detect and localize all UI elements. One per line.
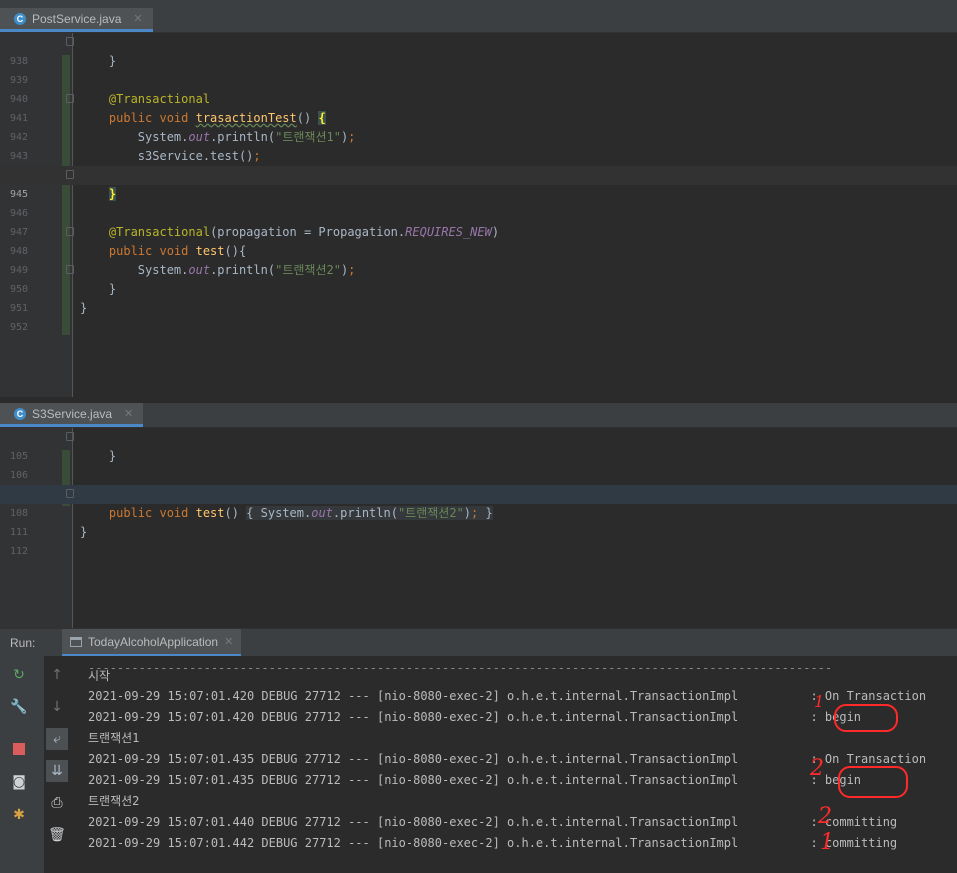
soft-wrap-icon[interactable]: ⤶ <box>46 728 68 750</box>
java-class-icon: C <box>14 407 26 420</box>
fold-icon[interactable] <box>66 265 74 274</box>
code-line: 950 } <box>0 261 957 296</box>
code-line: 106 <box>10 470 29 481</box>
console-line: 트랜잭션2 <box>88 794 140 808</box>
up-arrow-icon[interactable]: ↑ <box>46 664 68 686</box>
current-line: 945 } <box>0 166 957 201</box>
annotation-number: 1 <box>814 692 825 711</box>
code-line: 944// test(); <box>0 147 957 182</box>
code-line: 952 <box>10 322 29 333</box>
code-line: 948 public void test(){ <box>0 223 957 258</box>
print-icon[interactable]: ⎙ <box>46 792 68 814</box>
code-line: 951} <box>10 301 88 315</box>
code-line: 108 public void test() { System.out.prin… <box>0 485 957 520</box>
fold-icon[interactable] <box>66 37 74 46</box>
trash-icon[interactable]: 🗑 <box>46 824 68 846</box>
console-line: 트랜잭션1 <box>88 731 140 745</box>
annotation-number: 1 <box>820 830 834 855</box>
tab-label: S3Service.java <box>32 406 113 421</box>
code-line: 111} <box>10 525 88 539</box>
console-line: 2021-09-29 15:07:01.440 DEBUG 27712 --- … <box>88 815 898 829</box>
tab-s3service[interactable]: C S3Service.java ✕ <box>0 403 144 427</box>
top-strip <box>0 0 957 8</box>
code-line: 943 s3Service.test(); <box>10 149 261 163</box>
editor-tabbar-2: C S3Service.java ✕ <box>0 403 957 428</box>
fold-icon[interactable] <box>66 170 74 179</box>
rerun-icon[interactable]: ↻ <box>8 664 30 686</box>
down-arrow-icon[interactable]: ↓ <box>46 696 68 718</box>
fold-icon[interactable] <box>66 489 74 498</box>
scroll-to-end-icon[interactable]: ⇊ <box>46 760 68 782</box>
annotation-circle <box>834 704 898 732</box>
close-icon[interactable]: ✕ <box>224 635 233 648</box>
close-icon[interactable]: ✕ <box>133 12 142 25</box>
run-toolwindow-header: Run: TodayAlcoholApplication ✕ <box>0 628 957 657</box>
tab-label: PostService.java <box>32 11 122 26</box>
code-line: 939 <box>10 75 29 86</box>
console-line: 2021-09-29 15:07:01.420 DEBUG 27712 --- … <box>88 710 862 724</box>
console-panel[interactable]: ↻ ↑ 🔧 ↓ ⤶ ◙ ⇊ ✱ ⎙ 🗑 --------------------… <box>0 656 957 873</box>
code-line: 941 public void trasactionTest() { <box>0 90 957 125</box>
console-line: 2021-09-29 15:07:01.442 DEBUG 27712 --- … <box>88 836 898 850</box>
code-line: 942 System.out.println("트랜잭션1"); <box>10 130 356 144</box>
code-line: 946 <box>10 208 29 219</box>
code-line: 107 @Transactional(propagation = Propaga… <box>0 466 957 501</box>
console-line: 2021-09-29 15:07:01.435 DEBUG 27712 --- … <box>88 773 862 787</box>
console-line: ----------------------------------------… <box>88 661 833 675</box>
code-line: 940 @Transactional <box>10 92 211 106</box>
console-line: 2021-09-29 15:07:01.435 DEBUG 27712 --- … <box>88 752 927 766</box>
console-icon <box>70 636 82 647</box>
run-config-tab[interactable]: TodayAlcoholApplication ✕ <box>62 629 242 657</box>
code-line: 947 @Transactional(propagation = Propaga… <box>10 225 500 239</box>
code-line: 105 } <box>0 428 957 463</box>
wrench-icon[interactable]: 🔧 <box>8 696 30 718</box>
camera-icon[interactable]: ◙ <box>8 771 30 793</box>
editor-s3service[interactable]: 105 } 106 107 @Transactional(propagation… <box>0 428 957 628</box>
annotation-number: 2 <box>810 756 824 781</box>
close-icon[interactable]: ✕ <box>124 407 133 420</box>
code-line: 938 } <box>0 33 957 68</box>
editor-postservice[interactable]: 938 } 939 940 @Transactional 941 public … <box>0 33 957 397</box>
console-line: 시작 <box>88 669 111 683</box>
fold-icon[interactable] <box>66 432 74 441</box>
fold-icon[interactable] <box>66 227 74 236</box>
run-label: Run: <box>10 636 36 650</box>
annotation-number: 2 <box>818 804 832 829</box>
tab-postservice[interactable]: C PostService.java ✕ <box>0 8 153 32</box>
fold-icon[interactable] <box>66 94 74 103</box>
run-config-name: TodayAlcoholApplication <box>88 634 219 649</box>
annotation-circle <box>838 766 908 798</box>
code-line: 949 System.out.println("트랜잭션2"); <box>10 263 356 277</box>
java-class-icon: C <box>14 12 26 25</box>
editor-tabbar-1: C PostService.java ✕ <box>0 8 957 33</box>
bug-icon[interactable]: ✱ <box>8 804 30 826</box>
code-line: 112 <box>10 546 29 557</box>
stop-icon[interactable] <box>8 738 30 760</box>
run-toolbar <box>0 656 44 873</box>
console-line: 2021-09-29 15:07:01.420 DEBUG 27712 --- … <box>88 689 927 703</box>
